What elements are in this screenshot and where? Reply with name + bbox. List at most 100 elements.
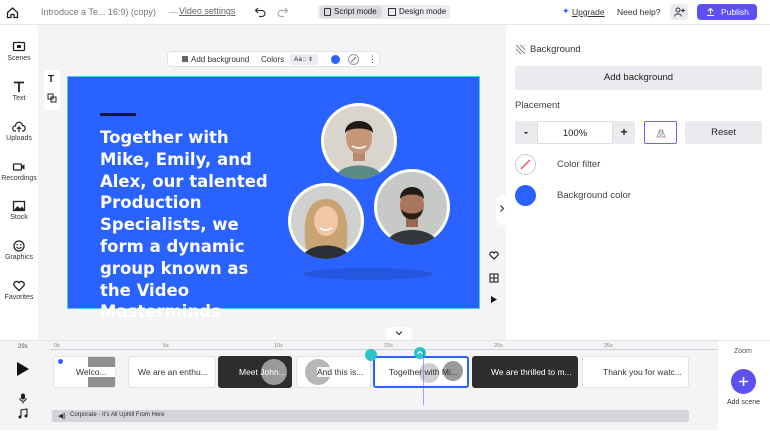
video-settings-link[interactable]: Video settings <box>179 6 235 16</box>
sidebar-item-graphics[interactable]: Graphics <box>0 240 38 261</box>
heading-accent-line <box>100 113 136 116</box>
clip-label: Meet John... <box>239 367 285 377</box>
avatar-alex[interactable] <box>374 169 450 245</box>
timeline-toggle[interactable] <box>386 327 412 340</box>
slide-canvas[interactable]: Together with Mike, Emily, and Alex, our… <box>67 76 480 321</box>
font-size-selector[interactable]: Aa :: ⇕ <box>290 54 318 65</box>
font-size-label: Aa <box>294 56 302 63</box>
publish-button[interactable]: Publish <box>697 4 757 20</box>
sidebar-item-text[interactable]: Text <box>0 81 38 102</box>
top-bar: Introduce a Te... 16:9) (copy) — Video s… <box>0 0 770 25</box>
video-camera-icon <box>12 161 26 173</box>
avatar-mike[interactable] <box>321 103 397 179</box>
scene-clip[interactable]: We are thrilled to m... <box>472 356 578 388</box>
add-scene-label: Add scene <box>727 399 761 406</box>
design-icon <box>388 8 396 16</box>
toolbar-add-background-button[interactable]: Add background <box>191 55 249 64</box>
redo-icon[interactable] <box>276 6 289 18</box>
transition-handle-icon[interactable] <box>365 349 377 361</box>
background-panel: Background Add background Placement - 10… <box>506 25 770 340</box>
publish-label: Publish <box>721 7 749 17</box>
duration-label: 29s <box>18 344 28 350</box>
add-user-icon <box>674 7 685 17</box>
need-help-link[interactable]: Need help? <box>617 7 660 17</box>
design-mode-label: Design mode <box>399 7 447 16</box>
sidebar-item-favorites[interactable]: Favorites <box>0 280 38 301</box>
add-scene-button[interactable] <box>731 369 756 394</box>
home-icon[interactable] <box>6 6 19 19</box>
grid-icon[interactable] <box>489 273 499 283</box>
script-mode-label: Script mode <box>334 7 377 16</box>
clip-label: We are thrilled to m... <box>491 367 572 377</box>
clip-label: And this is... <box>317 367 369 377</box>
canvas-toolbar: Add background Colors Aa :: ⇕ ⋮ <box>167 51 380 67</box>
sidebar-item-label: Stock <box>10 214 28 221</box>
colors-label: Colors <box>261 55 285 64</box>
background-color-swatch[interactable] <box>515 185 536 206</box>
sidebar-item-recordings[interactable]: Recordings <box>0 161 38 182</box>
chevron-right-icon <box>499 204 505 213</box>
scene-clip[interactable]: And this is... <box>296 356 371 388</box>
mode-toggle: Script mode Design mode <box>318 5 450 19</box>
sidebar-item-label: Text <box>12 95 26 102</box>
audio-track-label: Corporate - It's All Uphill From Here <box>70 412 165 418</box>
first-scene-dot <box>58 359 63 364</box>
move-handle-icon[interactable] <box>414 347 426 359</box>
scene-clip-selected[interactable]: Together with Mi... <box>373 356 469 388</box>
sidebar-item-uploads[interactable]: Uploads <box>0 121 38 142</box>
color-filter-swatch[interactable] <box>515 154 536 175</box>
scene-clip[interactable]: Thank you for watc... <box>582 356 689 388</box>
speaker-icon: ◀) <box>58 413 66 420</box>
audio-track[interactable]: ◀) Corporate - It's All Uphill From Here <box>52 410 689 422</box>
avatar-emily[interactable] <box>288 183 364 259</box>
text-icon <box>12 81 26 93</box>
script-mode-button[interactable]: Script mode <box>320 6 382 18</box>
clip-label: We are an enthu... <box>138 367 208 377</box>
microphone-icon[interactable] <box>19 393 27 404</box>
project-title[interactable]: Introduce a Te... 16:9) (copy) <box>41 7 156 17</box>
design-mode-button[interactable]: Design mode <box>384 6 448 18</box>
background-pattern-icon <box>516 45 525 54</box>
plus-icon <box>738 376 749 387</box>
scene-clip[interactable]: Welco... <box>53 356 116 388</box>
scene-clip[interactable]: We are an enthu... <box>128 356 216 388</box>
font-dots: :: ⇕ <box>303 57 314 63</box>
placement-label: Placement <box>515 100 560 111</box>
sidebar-item-label: Scenes <box>7 55 31 62</box>
zoom-input[interactable]: 100% <box>537 121 613 144</box>
color-swatch-blue[interactable] <box>331 55 340 64</box>
scene-clip[interactable]: Meet John... <box>218 356 292 388</box>
left-sidebar: Scenes Text Uploads Recordings Stock Gra… <box>0 25 38 340</box>
more-options-icon[interactable]: ⋮ <box>368 54 377 65</box>
sparkle-icon: ✦ <box>562 6 570 16</box>
undo-icon[interactable] <box>254 6 267 18</box>
heart-icon <box>12 280 26 292</box>
text-tool-icon[interactable]: T <box>48 74 54 85</box>
image-icon <box>12 200 26 212</box>
play-preview-icon[interactable] <box>490 295 498 304</box>
color-swatch-none[interactable] <box>348 54 359 65</box>
ruler-line <box>50 349 718 350</box>
panel-title: Background <box>530 44 581 55</box>
flip-button[interactable] <box>644 121 677 144</box>
reset-button[interactable]: Reset <box>685 121 762 144</box>
add-user-button[interactable] <box>670 4 688 20</box>
upgrade-link[interactable]: Upgrade <box>572 7 605 17</box>
playhead[interactable] <box>423 350 424 405</box>
title-separator: — <box>169 7 178 17</box>
timeline-track[interactable]: 0s 5s 10s 15s 20s 25s Welco... We are an… <box>50 341 718 431</box>
clip-label: Thank you for watc... <box>603 367 682 377</box>
favorite-heart-icon[interactable] <box>489 251 499 260</box>
zoom-plus-button[interactable]: + <box>613 121 635 144</box>
sidebar-item-scenes[interactable]: Scenes <box>0 41 38 62</box>
layers-icon[interactable] <box>47 93 57 103</box>
sidebar-item-label: Favorites <box>4 294 34 301</box>
add-background-button[interactable]: Add background <box>515 66 762 90</box>
slide-heading[interactable]: Together with Mike, Emily, and Alex, our… <box>100 127 280 323</box>
zoom-minus-button[interactable]: - <box>515 121 537 144</box>
sidebar-item-stock[interactable]: Stock <box>0 200 38 221</box>
music-note-icon[interactable] <box>18 408 28 419</box>
zoom-label: Zoom <box>734 348 752 355</box>
element-mini-toolbar: T <box>44 70 60 110</box>
play-icon[interactable] <box>16 361 30 377</box>
